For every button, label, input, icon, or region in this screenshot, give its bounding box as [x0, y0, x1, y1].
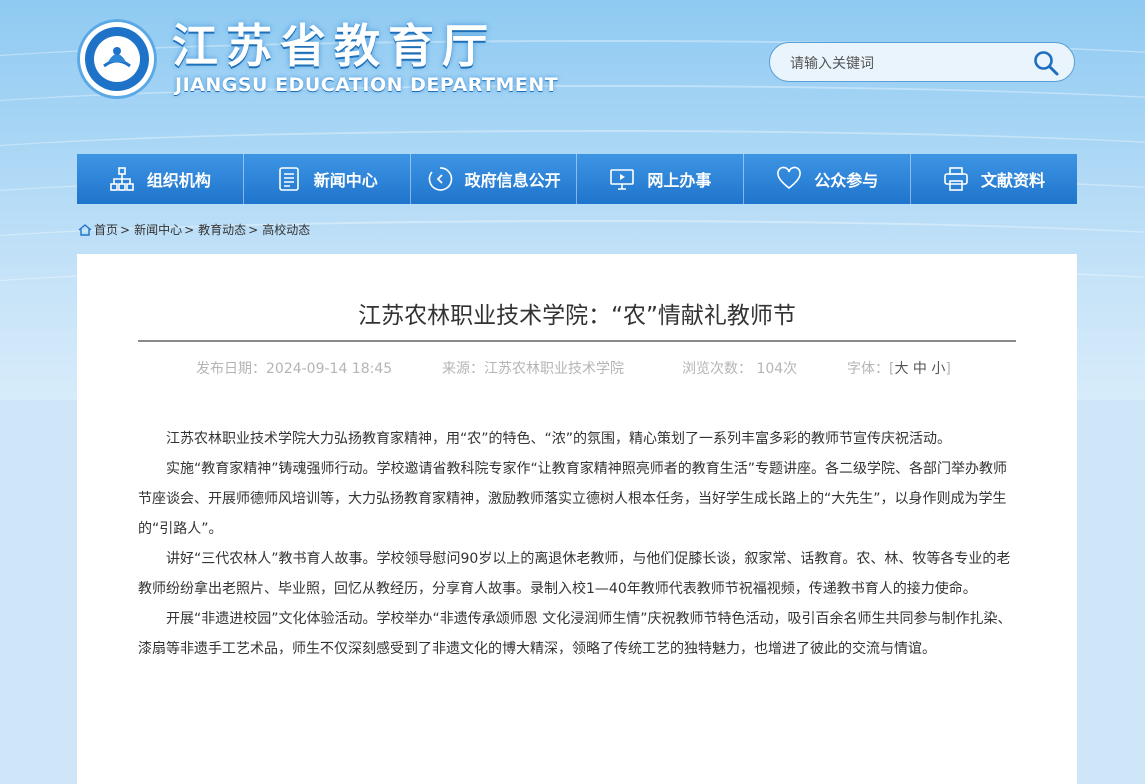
logo-inner	[94, 36, 140, 82]
nav-item-news[interactable]: 新闻中心	[244, 154, 411, 204]
breadcrumb-home[interactable]: 首页	[94, 221, 118, 238]
monitor-icon	[610, 169, 635, 190]
article-paragraph: 讲好“三代农林人”教书育人故事。学校领导慰问90岁以上的离退休老教师，与他们促膝…	[138, 551, 1011, 597]
nav-label: 网上办事	[647, 171, 712, 190]
title-divider	[138, 340, 1016, 342]
org-chart-icon	[110, 167, 134, 191]
nav-item-org[interactable]: 组织机构	[77, 154, 244, 204]
search-icon[interactable]	[1032, 49, 1060, 77]
nav-label: 公众参与	[814, 171, 879, 190]
article-paragraph: 江苏农林职业技术学院大力弘扬教育家精神，用“农”的特色、“浓”的氛围，精心策划了…	[166, 431, 952, 447]
site-title: 江苏省教育厅	[172, 19, 496, 73]
article-source: 来源：江苏农林职业技术学院	[442, 361, 624, 377]
search-input[interactable]	[788, 52, 1022, 76]
article-title: 江苏农林职业技术学院：“农”情献礼教师节	[358, 303, 796, 329]
site-subtitle: JIANGSU EDUCATION DEPARTMENT	[175, 74, 559, 96]
nav-item-online-service[interactable]: 网上办事	[577, 154, 745, 204]
breadcrumb-separator: >	[248, 222, 259, 237]
breadcrumb-separator: >	[184, 222, 195, 237]
main-nav: 组织机构 新闻中心 政府信息公开 网上办事 公众参与 文献资料	[77, 154, 1077, 204]
home-icon	[78, 223, 92, 236]
publish-date: 发布日期：2024-09-14 18:45	[196, 361, 393, 377]
nav-label: 文献资料	[981, 171, 1046, 190]
article-body: 江苏农林职业技术学院大力弘扬教育家精神，用“农”的特色、“浓”的氛围，精心策划了…	[138, 424, 1016, 664]
font-size-label: 字体：[	[847, 361, 895, 377]
breadcrumb: 首页 > 新闻中心 > 教育动态 > 高校动态	[78, 221, 310, 238]
nav-label: 新闻中心	[313, 171, 378, 190]
view-count: 浏览次数： 104次	[682, 361, 798, 377]
nav-item-gov-info[interactable]: 政府信息公开	[411, 154, 578, 204]
font-size-control: 字体：[大 中 小]	[847, 358, 951, 378]
font-size-small-button[interactable]: 小	[931, 361, 945, 377]
font-size-medium-button[interactable]: 中	[913, 361, 927, 377]
article-paragraph: 实施“教育家精神”铸魂强师行动。学校邀请省教科院专家作“让教育家精神照亮师者的教…	[138, 461, 1008, 537]
breadcrumb-news-center[interactable]: 新闻中心	[134, 221, 182, 238]
heart-icon	[777, 166, 802, 190]
article-paragraph: 开展“非遗进校园”文化体验活动。学校举办“非遗传承颂师恩 文化浸润师生情”庆祝教…	[138, 611, 1012, 657]
circle-arrow-icon	[428, 167, 452, 191]
nav-label: 政府信息公开	[464, 171, 561, 190]
nav-item-documents[interactable]: 文献资料	[911, 154, 1077, 204]
printer-icon	[944, 167, 968, 191]
nav-label: 组织机构	[146, 171, 211, 190]
search-box	[769, 42, 1075, 82]
breadcrumb-education-news[interactable]: 教育动态	[198, 221, 246, 238]
nav-item-public-participation[interactable]: 公众参与	[744, 154, 912, 204]
breadcrumb-separator: >	[120, 222, 131, 237]
logo-book-icon	[103, 47, 131, 68]
font-size-close: ]	[945, 361, 951, 377]
logo-emblem-icon[interactable]	[77, 19, 157, 99]
font-size-large-button[interactable]: 大	[894, 361, 908, 377]
document-icon	[278, 167, 299, 191]
article-panel: 江苏农林职业技术学院：“农”情献礼教师节 发布日期：2024-09-14 18:…	[77, 254, 1077, 784]
breadcrumb-university-news[interactable]: 高校动态	[262, 221, 310, 238]
